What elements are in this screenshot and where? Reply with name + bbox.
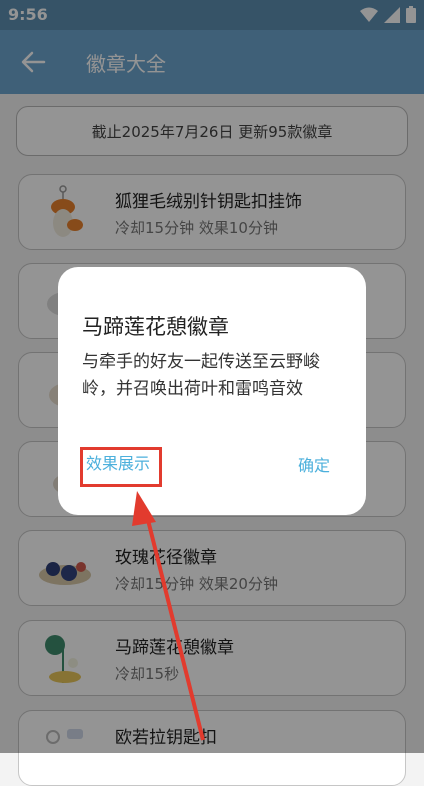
confirm-button[interactable]: 确定: [298, 452, 330, 476]
dialog-description: 与牵手的好友一起传送至云野峻岭，并召唤出荷叶和雷鸣音效: [82, 352, 320, 399]
dialog-title: 马蹄莲花憩徽章: [82, 315, 229, 339]
highlight-box: [80, 447, 162, 487]
